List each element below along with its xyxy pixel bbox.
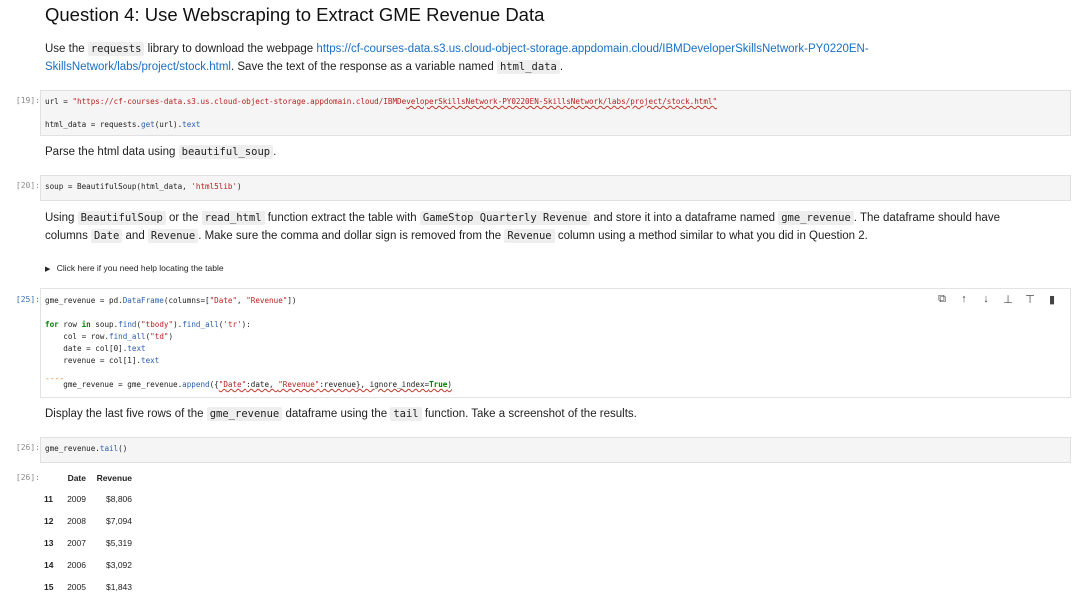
date-cell: 2006: [67, 560, 86, 570]
intro-markdown: Use the requests library to download the…: [45, 42, 869, 74]
cell-prompt: [25]:: [15, 295, 40, 304]
code-line: gme_revenue = gme_revenue.append({"Date"…: [45, 380, 452, 389]
inline-code-html-data: html_data: [496, 60, 560, 74]
cell-prompt: [26]:: [15, 443, 40, 452]
date-cell: 2009: [67, 494, 86, 504]
dataframe-table: Date Revenue 11 2009 $8,806 12 2008 $7,094 13 2…: [44, 468, 132, 598]
revenue-cell: $3,092: [106, 560, 132, 570]
table-row: 13 2007 $5,319: [44, 532, 132, 554]
output-prompt: [26]:: [15, 473, 40, 482]
row-index: 15: [44, 582, 54, 592]
table-row: 14 2006 $3,092: [44, 554, 132, 576]
code-cell-25[interactable]: gme_revenue = pd.DataFrame(columns=["Dat…: [40, 288, 1071, 398]
inline-code-beautiful-soup: beautiful_soup: [178, 145, 274, 159]
inline-code: GameStop Quarterly Revenue: [419, 211, 591, 225]
date-cell: 2008: [67, 516, 86, 526]
row-index: 14: [44, 560, 54, 570]
table-row: 12 2008 $7,094: [44, 510, 132, 532]
insert-below-icon[interactable]: ⊤: [1023, 293, 1037, 306]
help-details-label: Click here if you need help locating the…: [56, 263, 224, 273]
intro-text: Use the: [45, 43, 85, 55]
delete-icon[interactable]: ▮: [1045, 293, 1059, 306]
instructions-markdown: Using BeautifulSoup or the read_html fun…: [45, 211, 1000, 243]
revenue-cell: $1,843: [106, 582, 132, 592]
code-cell-20[interactable]: soup = BeautifulSoup(html_data, 'html5li…: [40, 175, 1071, 201]
cell-prompt: [19]:: [15, 96, 40, 105]
move-down-icon[interactable]: ↓: [979, 293, 993, 306]
revenue-cell: $8,806: [106, 494, 132, 504]
code-line: for row in soup.find("tbody").find_all('…: [45, 320, 251, 329]
inline-code: Date: [91, 229, 123, 243]
intro-text: library to download the webpage: [147, 43, 314, 55]
code-line: date = col[0].text: [45, 344, 146, 353]
cell-toolbar: ⧉ ↑ ↓ ⊥ ⊤ ▮: [935, 293, 1059, 306]
insert-above-icon[interactable]: ⊥: [1001, 293, 1015, 306]
revenue-cell: $5,319: [106, 538, 132, 548]
code-line: revenue = col[1].text: [45, 356, 160, 365]
code-line: soup = BeautifulSoup(html_data, 'html5li…: [45, 182, 242, 191]
inline-code: tail: [390, 407, 422, 421]
column-header-revenue: Revenue: [96, 473, 132, 483]
move-up-icon[interactable]: ↑: [957, 293, 971, 306]
cell-prompt: [20]:: [15, 181, 40, 190]
table-row: 15 2005 $1,843: [44, 576, 132, 598]
expand-arrow-icon: ▶: [45, 266, 51, 273]
help-details-toggle[interactable]: ▶ Click here if you need help locating t…: [45, 263, 224, 273]
inline-code: BeautifulSoup: [77, 211, 166, 225]
question-heading: Question 4: Use Webscraping to Extract G…: [45, 4, 545, 25]
inline-code: gme_revenue: [206, 407, 283, 421]
inline-code: Revenue: [147, 229, 199, 243]
code-line: url = "https://cf-courses-data.s3.us.clo…: [45, 97, 718, 106]
inline-code: gme_revenue: [778, 211, 854, 225]
intro-text: . Save the text of the response as a var…: [230, 61, 494, 73]
date-cell: 2005: [67, 582, 86, 592]
date-cell: 2007: [67, 538, 86, 548]
code-line: col = row.find_all("td"): [45, 332, 174, 341]
stock-page-link[interactable]: https://cf-courses-data.s3.us.cloud-obje…: [316, 43, 868, 55]
dataframe-output: Date Revenue 11 2009 $8,806 12 2008 $7,094 13 2…: [44, 468, 132, 598]
code-line: html_data = requests.get(url).text: [45, 120, 201, 129]
row-index: 13: [44, 538, 54, 548]
code-cell-19[interactable]: url = "https://cf-courses-data.s3.us.clo…: [40, 90, 1071, 136]
inline-code: read_html: [201, 211, 265, 225]
code-line: gme_revenue.tail(): [45, 444, 128, 453]
stock-page-link-cont[interactable]: SkillsNetwork/labs/project/stock.html: [45, 61, 231, 73]
column-header-date: Date: [67, 473, 86, 483]
code-cell-26[interactable]: gme_revenue.tail(): [40, 437, 1071, 463]
inline-code: Revenue: [504, 229, 555, 243]
table-row: 11 2009 $8,806: [44, 488, 132, 510]
inline-code-requests: requests: [87, 42, 145, 56]
row-index: 11: [44, 494, 53, 504]
display-markdown: Display the last five rows of the gme_re…: [45, 407, 637, 421]
copy-icon[interactable]: ⧉: [935, 293, 949, 306]
revenue-cell: $7,094: [106, 516, 132, 526]
parse-markdown: Parse the html data using beautiful_soup…: [45, 145, 277, 159]
code-line: gme_revenue = pd.DataFrame(columns=["Dat…: [45, 296, 297, 305]
row-index: 12: [44, 516, 54, 526]
